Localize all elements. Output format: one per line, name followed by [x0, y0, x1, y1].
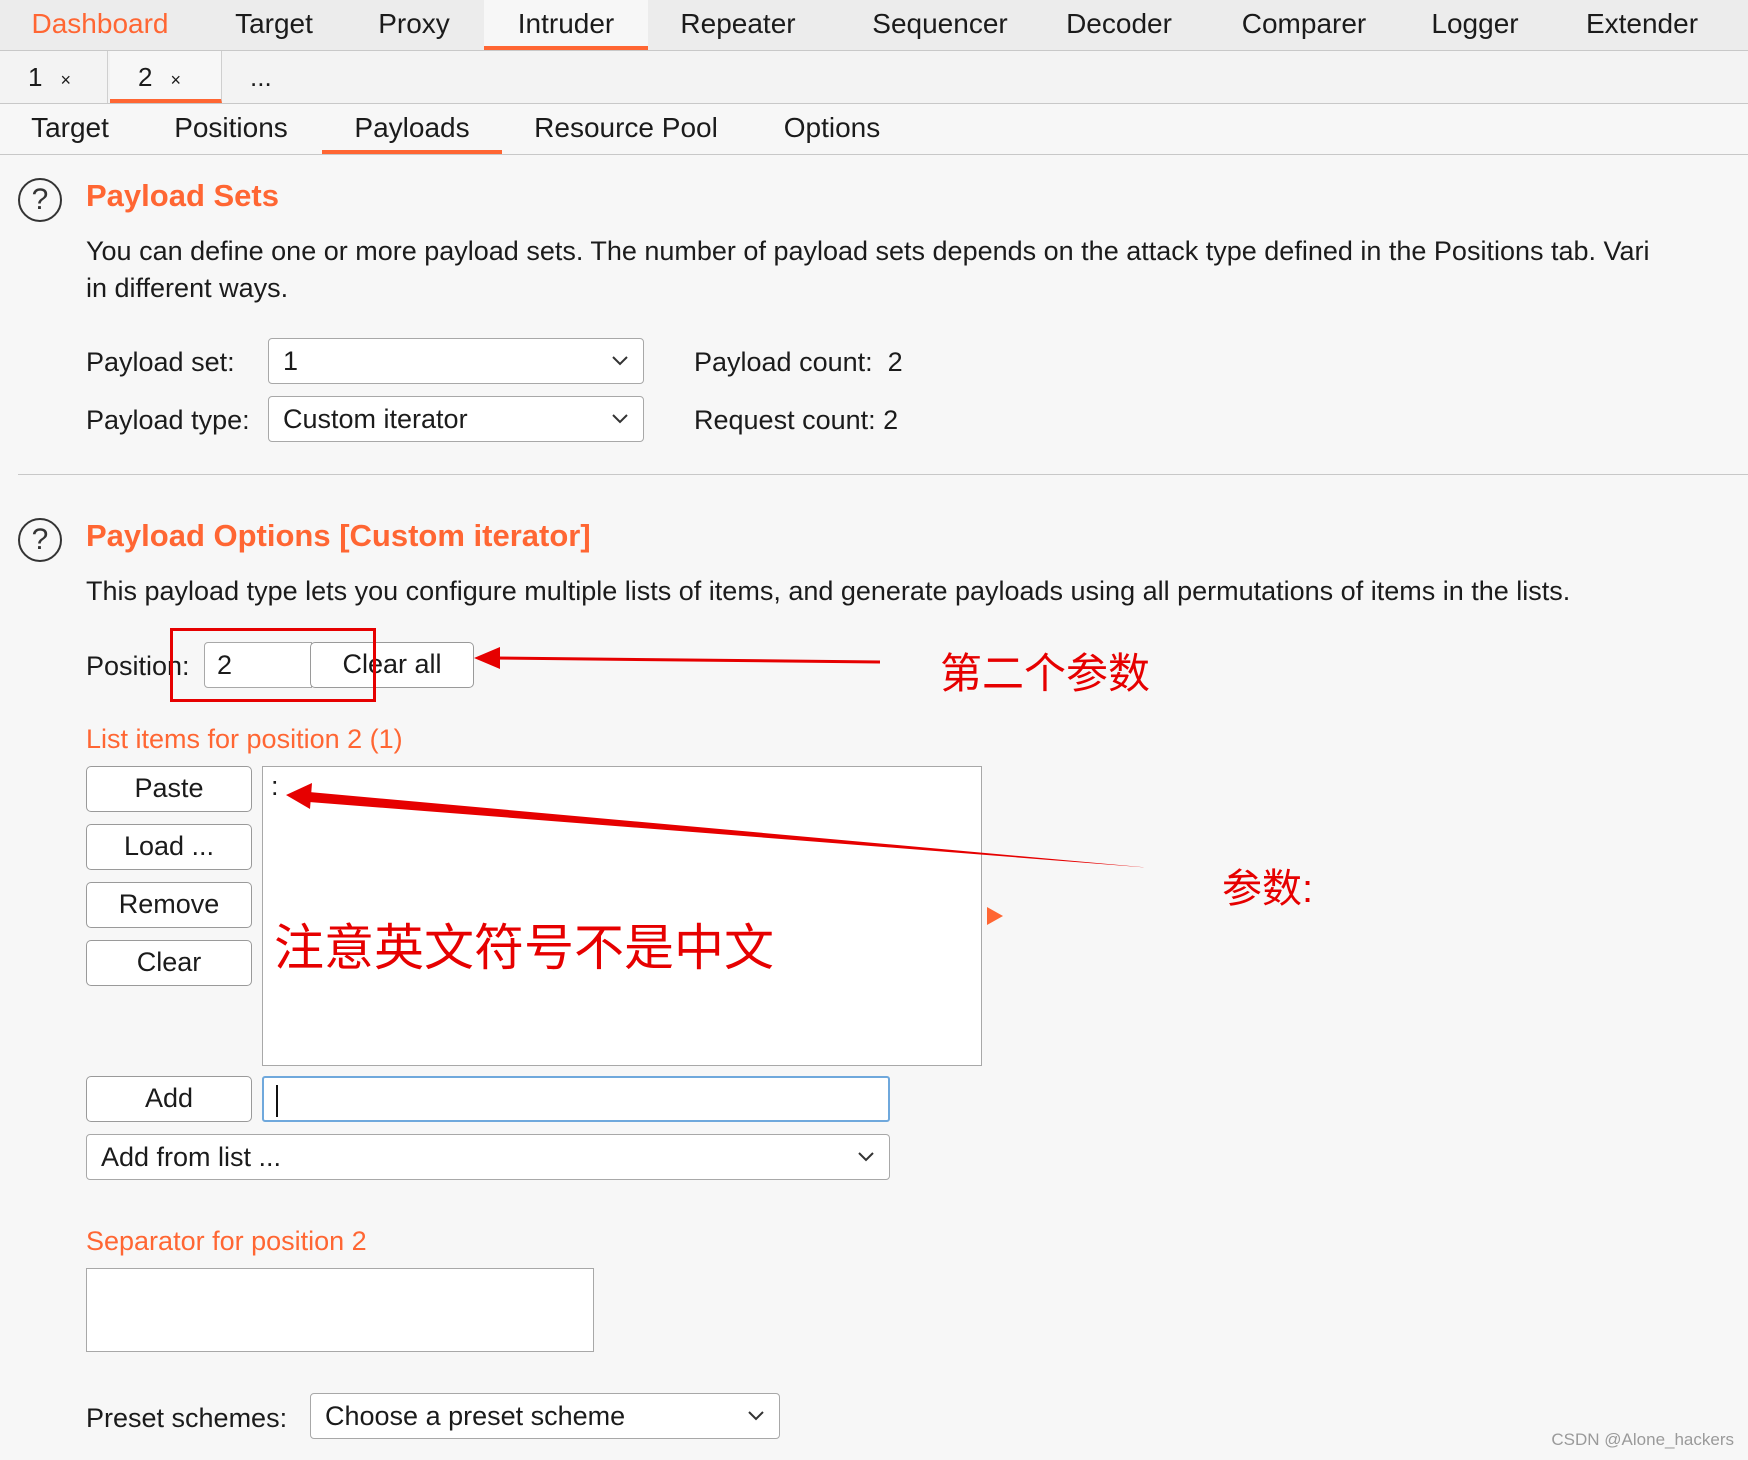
arrow-head-list-item [286, 783, 312, 809]
arrow-line-position [493, 656, 881, 664]
arrow-line-list-item [309, 792, 1152, 868]
watermark: CSDN @Alone_hackers [1551, 1430, 1734, 1449]
annotation-note: 注意英文符号不是中文 [274, 920, 774, 976]
annotation-second-param: 第二个参数 [940, 650, 1151, 697]
arrow-head-position [474, 647, 500, 669]
annotation-param: 参数: [1222, 867, 1314, 911]
annotation-arrows [286, 647, 1152, 868]
